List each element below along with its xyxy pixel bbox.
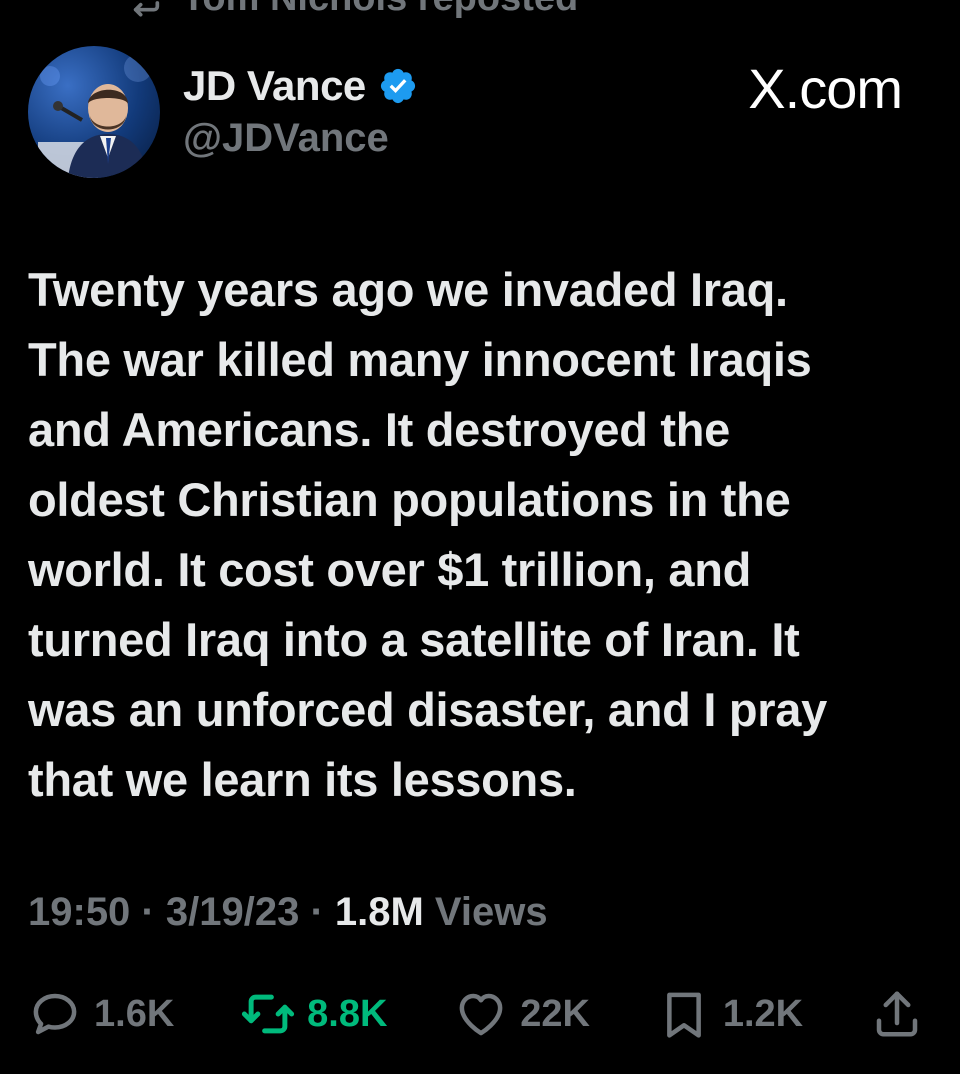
author-name[interactable]: JD Vance	[183, 62, 366, 110]
bookmark-button[interactable]: 1.2K	[657, 987, 803, 1041]
tweet-text: Twenty years ago we invaded Iraq. The wa…	[28, 263, 827, 806]
bookmark-count: 1.2K	[722, 992, 804, 1035]
share-icon	[876, 991, 918, 1037]
heart-icon	[459, 993, 503, 1036]
meta-separator: ·	[299, 890, 335, 934]
reply-button[interactable]: 1.6K	[28, 987, 174, 1041]
views-label: Views	[423, 890, 548, 934]
watermark: X.com	[748, 57, 903, 120]
avatar[interactable]	[28, 46, 160, 178]
tweet-time[interactable]: 19:50	[28, 890, 130, 934]
tweet-date[interactable]: 3/19/23	[166, 890, 299, 934]
bookmark-icon	[666, 992, 701, 1038]
like-button[interactable]: 22K	[454, 987, 590, 1041]
repost-indicator[interactable]: Tom Nichols reposted	[124, 0, 578, 20]
like-count: 22K	[520, 992, 590, 1035]
repost-icon	[133, 1, 160, 17]
reply-count: 1.6K	[94, 992, 175, 1035]
action-bar: 1.6K 8.8K 22K 1.2K	[28, 984, 924, 1044]
retweet-icon	[242, 994, 295, 1034]
reply-icon	[33, 993, 77, 1035]
avatar-image	[38, 54, 152, 178]
repost-label: Tom Nichols reposted	[182, 0, 578, 20]
views-count: 1.8M	[334, 890, 424, 934]
author-handle[interactable]: @JDVance	[183, 116, 389, 161]
tweet-meta: 19:50 · 3/19/23 · 1.8M Views	[28, 890, 548, 935]
meta-separator: ·	[130, 890, 166, 934]
share-button[interactable]	[870, 987, 924, 1041]
repost-button[interactable]: 8.8K	[241, 987, 387, 1041]
repost-count: 8.8K	[307, 992, 388, 1035]
verified-badge-icon	[380, 68, 415, 104]
author-name-row[interactable]: JD Vance	[183, 62, 418, 110]
